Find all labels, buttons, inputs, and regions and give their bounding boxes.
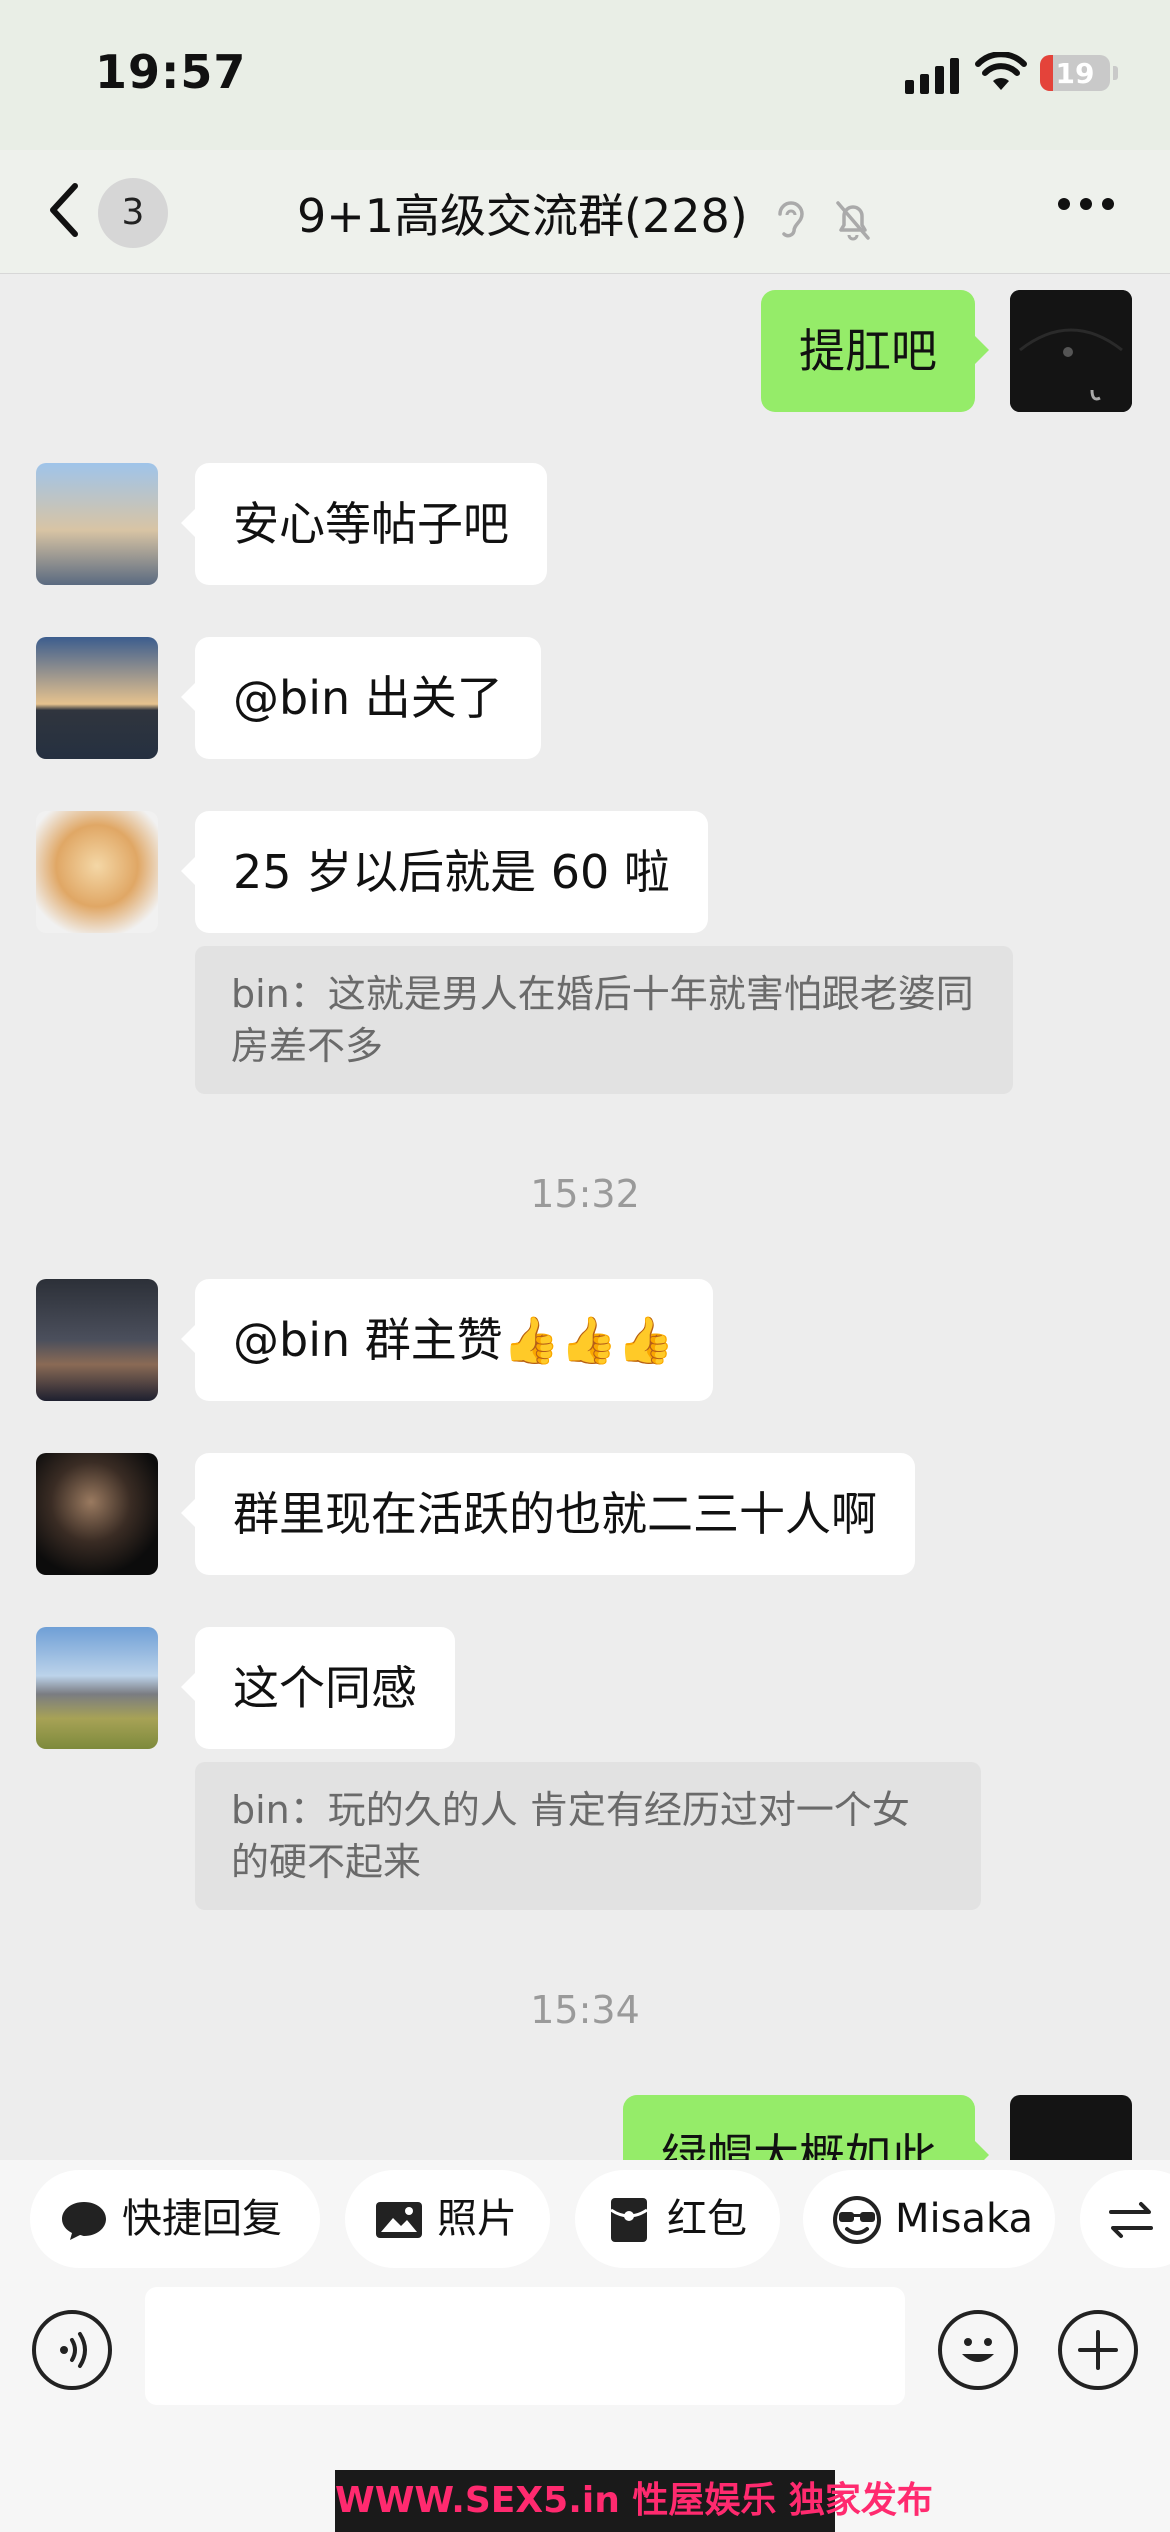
swap-chip[interactable] — [1080, 2170, 1170, 2268]
smiley-face-icon — [962, 2338, 994, 2362]
message-bubble[interactable]: 群里现在活跃的也就二三十人啊 — [181, 1453, 915, 1575]
message-bubble[interactable]: 25 岁以后就是 60 啦 — [181, 811, 708, 933]
battery-indicator: 19 — [1040, 55, 1110, 91]
message-bubble-self[interactable]: 提肛吧 — [761, 290, 989, 412]
chat-title: 9+1高级交流群(228) — [296, 189, 748, 243]
avatar[interactable] — [36, 1453, 158, 1575]
timestamp: 15:34 — [530, 1988, 640, 2032]
image-icon — [376, 2202, 422, 2238]
swap-icon — [1109, 2202, 1153, 2238]
wifi-icon — [975, 52, 1027, 90]
chat-title-wrap[interactable]: 9+1高级交流群(228) — [0, 180, 1170, 246]
ear-icon — [778, 200, 805, 237]
message-bubble[interactable]: 安心等帖子吧 — [181, 463, 547, 585]
voice-icon[interactable] — [32, 2310, 112, 2390]
plus-sign-icon — [1078, 2330, 1118, 2370]
bell-slash-icon — [836, 200, 870, 240]
quick-reply-chip[interactable]: 快捷回复 — [30, 2170, 320, 2268]
red-packet-icon — [610, 2198, 648, 2242]
quick-reply-label: 快捷回复 — [122, 2196, 282, 2242]
chat-bubble-icon — [62, 2202, 106, 2240]
message-input[interactable] — [145, 2287, 905, 2405]
more-icon[interactable] — [1058, 198, 1114, 212]
quoted-message[interactable]: bin：这就是男人在婚后十年就害怕跟老婆同房差不多 — [195, 946, 1013, 1094]
avatar[interactable] — [36, 463, 158, 585]
photo-chip[interactable]: 照片 — [345, 2170, 550, 2268]
voice-waves-icon — [60, 2332, 87, 2368]
status-bar: 19:57 19 — [0, 0, 1170, 150]
self-avatar[interactable] — [1010, 290, 1132, 412]
quoted-message[interactable]: bin：玩的久的人 肯定有经历过对一个女的硬不起来 — [195, 1762, 981, 1910]
avatar[interactable] — [36, 637, 158, 759]
cellular-signal-icon — [905, 58, 963, 94]
battery-tip — [1113, 66, 1118, 80]
photo-label: 照片 — [437, 2196, 517, 2242]
misaka-label: Misaka — [895, 2196, 1033, 2242]
message-bubble[interactable]: @bin 群主赞👍👍👍 — [181, 1279, 713, 1401]
misaka-chip[interactable]: Misaka — [803, 2170, 1055, 2268]
avatar[interactable] — [36, 811, 158, 933]
input-row — [0, 2285, 1170, 2415]
sunglasses-emoji-icon — [833, 2196, 881, 2244]
emoji-icon[interactable] — [938, 2310, 1018, 2390]
red-packet-label: 红包 — [667, 2196, 747, 2242]
status-time: 19:57 — [95, 45, 247, 99]
chat-header: 3 9+1高级交流群(228) — [0, 150, 1170, 274]
red-packet-chip[interactable]: 红包 — [575, 2170, 780, 2268]
message-bubble[interactable]: @bin 出关了 — [181, 637, 541, 759]
watermark-banner: WWW.SEX5.in 性屋娱乐 独家发布 — [335, 2470, 933, 2532]
message-bubble[interactable]: 这个同感 — [181, 1627, 455, 1749]
battery-level: 19 — [1055, 57, 1095, 90]
avatar[interactable] — [36, 1279, 158, 1401]
plus-icon[interactable] — [1058, 2310, 1138, 2390]
timestamp: 15:32 — [530, 1172, 640, 1216]
avatar[interactable] — [36, 1627, 158, 1749]
